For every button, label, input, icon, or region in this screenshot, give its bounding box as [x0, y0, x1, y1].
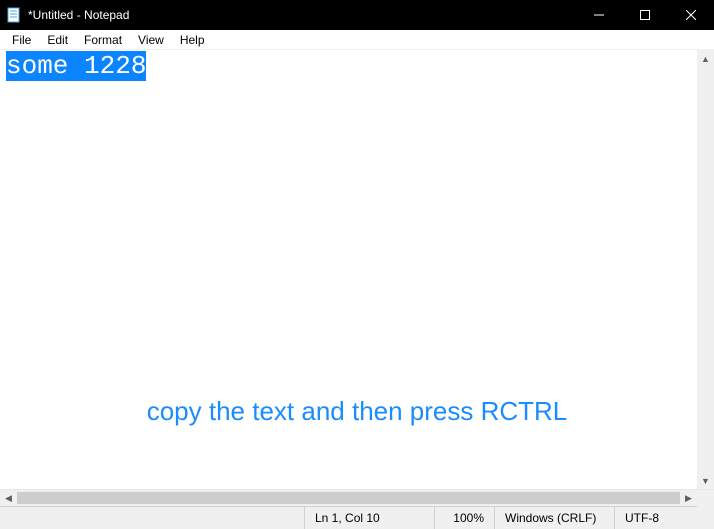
hscroll-row: ◀ ▶	[0, 489, 714, 506]
statusbar: Ln 1, Col 10 100% Windows (CRLF) UTF-8	[0, 506, 714, 529]
menubar: File Edit Format View Help	[0, 30, 714, 50]
titlebar[interactable]: *Untitled - Notepad	[0, 0, 714, 30]
scroll-left-icon[interactable]: ◀	[0, 490, 17, 507]
window-title: *Untitled - Notepad	[28, 8, 129, 22]
menu-help[interactable]: Help	[172, 31, 213, 49]
vertical-scrollbar[interactable]: ▲ ▼	[697, 50, 714, 489]
scroll-right-icon[interactable]: ▶	[680, 490, 697, 507]
scroll-corner	[697, 490, 714, 507]
menu-file[interactable]: File	[4, 31, 39, 49]
horizontal-scrollbar[interactable]: ◀ ▶	[0, 490, 697, 506]
close-button[interactable]	[668, 0, 714, 30]
scroll-down-icon[interactable]: ▼	[697, 472, 714, 489]
status-line-ending: Windows (CRLF)	[494, 507, 614, 529]
notepad-icon	[6, 7, 22, 23]
status-zoom: 100%	[434, 507, 494, 529]
editor-container: some 1228 ▲ ▼	[0, 50, 714, 489]
menu-edit[interactable]: Edit	[39, 31, 76, 49]
menu-format[interactable]: Format	[76, 31, 130, 49]
window-controls	[576, 0, 714, 30]
hscroll-thumb[interactable]	[17, 492, 680, 504]
hscroll-track[interactable]	[17, 490, 680, 506]
selected-text[interactable]: some 1228	[6, 51, 146, 81]
status-position: Ln 1, Col 10	[304, 507, 434, 529]
menu-view[interactable]: View	[130, 31, 172, 49]
status-encoding: UTF-8	[614, 507, 714, 529]
scroll-up-icon[interactable]: ▲	[697, 50, 714, 67]
text-editor[interactable]: some 1228	[0, 50, 697, 489]
maximize-button[interactable]	[622, 0, 668, 30]
vscroll-track[interactable]	[697, 67, 714, 472]
minimize-button[interactable]	[576, 0, 622, 30]
